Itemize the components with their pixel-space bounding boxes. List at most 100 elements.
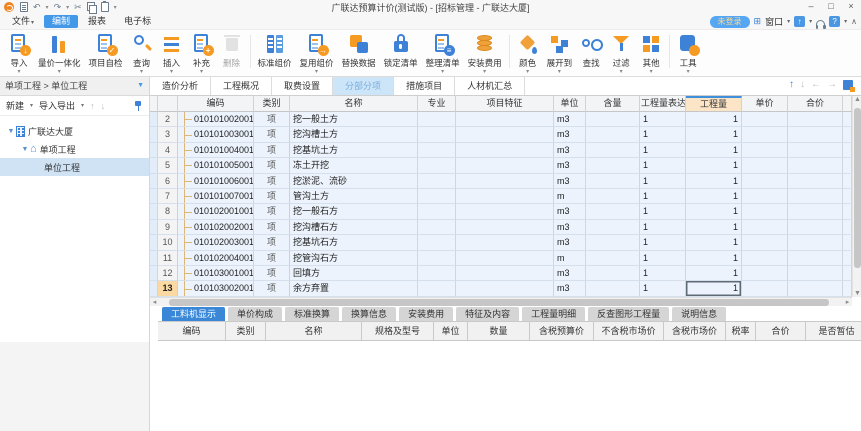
cell-code[interactable]: 010101004001 [178,143,254,158]
detail-column-header-类别[interactable]: 类别 [226,321,266,341]
cell-specialty[interactable] [418,251,456,266]
cell-unit-price[interactable] [742,112,788,127]
cell-unit[interactable]: m3 [554,127,586,142]
cell-qty-expression[interactable]: 1 [640,204,686,219]
dropdown-caret-icon[interactable]: ▾ [687,70,690,75]
tab-工程概况[interactable]: 工程概况 [211,77,272,95]
column-header-名称[interactable]: 名称 [290,96,418,112]
cell-content[interactable] [586,143,640,158]
cell-name[interactable]: 挖一般石方 [290,204,418,219]
dropdown-caret-icon[interactable]: ▾ [170,70,173,75]
cell-type[interactable]: 项 [254,251,290,266]
cell-type[interactable]: 项 [254,235,290,250]
cell-qty-expression[interactable]: 1 [640,127,686,142]
dropdown-caret-icon[interactable]: ▾ [17,70,20,75]
column-header-类别[interactable]: 类别 [254,96,290,112]
cell-feature[interactable] [456,281,554,296]
vertical-scrollbar-thumb[interactable] [854,108,861,268]
grid-down-icon[interactable]: ↓ [800,79,805,90]
量价一体化-button[interactable]: 量价一体化▾ [34,32,85,75]
cell-code[interactable]: 010102003001 [178,235,254,250]
redo-caret-icon[interactable]: ▾ [66,4,69,11]
cell-feature[interactable] [456,266,554,281]
查询-button[interactable]: 查询▾ [127,32,157,75]
cell-unit[interactable]: m3 [554,158,586,173]
cell-type[interactable]: 项 [254,112,290,127]
cell-unit-price[interactable] [742,251,788,266]
cell-content[interactable] [586,112,640,127]
cell-specialty[interactable] [418,127,456,142]
cell-name[interactable]: 挖基坑石方 [290,235,418,250]
cell-total-price[interactable] [788,266,843,281]
cell-name[interactable]: 挖沟槽土方 [290,127,418,142]
cell-unit-price[interactable] [742,174,788,189]
cell-feature[interactable] [456,127,554,142]
cell-total-price[interactable] [788,127,843,142]
cell-feature[interactable] [456,235,554,250]
cell-content[interactable] [586,235,640,250]
dropdown-caret-icon[interactable]: ▾ [441,70,444,75]
cell-type[interactable]: 项 [254,127,290,142]
tab-措施项目[interactable]: 措施项目 [394,77,455,95]
cell-code[interactable]: 010102002001 [178,220,254,235]
cell-name[interactable]: 余方弃置 [290,281,418,296]
锁定清单-button[interactable]: 锁定清单 [380,32,422,75]
cell-total-price[interactable] [788,281,843,296]
项目自检-button[interactable]: ✓项目自检 [85,32,127,75]
cell-specialty[interactable] [418,220,456,235]
cell-code[interactable]: 010101003001 [178,127,254,142]
cell-code[interactable]: 010103002001 [178,281,254,296]
detail-tab-换算信息[interactable]: 换算信息 [342,307,396,321]
cell-name[interactable]: 挖管沟石方 [290,251,418,266]
cell-type[interactable]: 项 [254,158,290,173]
undo-icon[interactable]: ↶ [33,1,41,13]
move-down-icon[interactable]: ↓ [101,101,106,111]
cell-quantity[interactable]: 1 [686,143,742,158]
detail-column-header-是否暂估[interactable]: 是否暂估 [806,321,861,341]
copy-icon[interactable] [87,2,96,12]
cell-feature[interactable] [456,174,554,189]
new-caret-icon[interactable]: ▾ [30,102,33,109]
cell-unit-price[interactable] [742,220,788,235]
cell-type[interactable]: 项 [254,266,290,281]
cell-type[interactable]: 项 [254,281,290,296]
cell-quantity[interactable]: 1 [686,189,742,204]
cell-content[interactable] [586,174,640,189]
menu-tab-编制[interactable]: 编制 [44,15,78,28]
查找-button[interactable]: 查找 [576,32,606,75]
cell-total-price[interactable] [788,158,843,173]
cell-unit-price[interactable] [742,235,788,250]
cell-name[interactable]: 挖基坑土方 [290,143,418,158]
move-up-icon[interactable]: ↑ [90,101,95,111]
detail-column-header-含税预算价[interactable]: 含税预算价 [530,321,594,341]
cell-unit-price[interactable] [742,266,788,281]
expander-icon[interactable]: ▼ [20,146,30,153]
cell-unit-price[interactable] [742,204,788,219]
new-document-icon[interactable] [20,2,28,12]
cell-unit[interactable]: m3 [554,220,586,235]
cell-feature[interactable] [456,189,554,204]
cell-unit[interactable]: m3 [554,204,586,219]
menu-tab-报表[interactable]: 报表 [80,15,114,28]
cell-name[interactable]: 回填方 [290,266,418,281]
cell-qty-expression[interactable]: 1 [640,189,686,204]
cell-quantity[interactable]: 1 [686,112,742,127]
detail-column-header-名称[interactable]: 名称 [266,321,362,341]
cell-name[interactable]: 冻土开挖 [290,158,418,173]
tab-人材机汇总[interactable]: 人材机汇总 [455,77,525,95]
cell-qty-expression[interactable]: 1 [640,235,686,250]
cell-feature[interactable] [456,220,554,235]
cell-unit[interactable]: m3 [554,112,586,127]
scroll-down-icon[interactable]: ▼ [853,290,861,297]
pin-icon[interactable] [133,100,143,112]
detail-tab-标准换算[interactable]: 标准换算 [285,307,339,321]
customize-toolbar-caret-icon[interactable]: ▾ [114,4,117,11]
column-header-专业[interactable]: 专业 [418,96,456,112]
detail-tab-单价构成[interactable]: 单价构成 [228,307,282,321]
dropdown-caret-icon[interactable]: ▾ [315,70,318,75]
expander-icon[interactable]: ▼ [6,128,16,135]
dropdown-caret-icon[interactable]: ▾ [526,70,529,75]
menu-tab-文件[interactable]: 文件▾ [4,15,42,28]
cell-code[interactable]: 010103001001 [178,266,254,281]
cell-qty-expression[interactable]: 1 [640,158,686,173]
